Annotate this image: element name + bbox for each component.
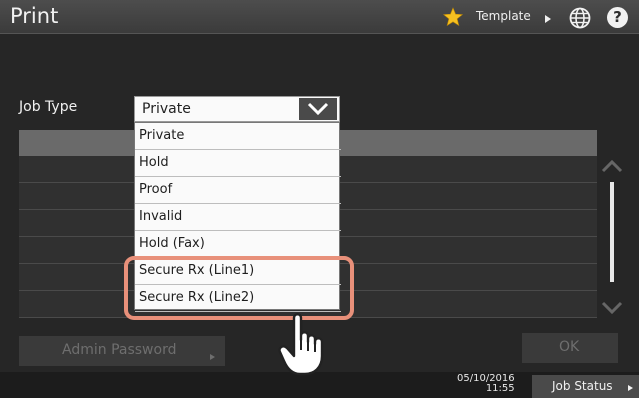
globe-icon[interactable] [569,7,591,29]
dropdown-item-hold-fax[interactable]: Hold (Fax) [135,231,341,258]
admin-password-label: Admin Password [62,342,177,358]
dropdown-item-proof[interactable]: Proof [135,177,341,204]
job-type-select[interactable]: Private [134,96,340,122]
dropdown-item-private[interactable]: Private [135,123,341,150]
job-type-label: Job Type [19,99,78,115]
arrow-right-icon [210,354,215,360]
scrollbar[interactable] [610,182,614,282]
arrow-right-icon [628,385,633,391]
template-arrow-icon [545,15,551,23]
admin-password-button[interactable]: Admin Password [19,336,225,366]
ok-label: OK [559,339,580,355]
dropdown-item-hold[interactable]: Hold [135,150,341,177]
hand-pointer-icon [278,313,324,376]
scroll-up-icon[interactable] [597,156,627,176]
scroll-down-icon[interactable] [597,298,627,318]
chevron-down-icon[interactable] [299,98,337,120]
help-icon[interactable]: ? [607,7,628,28]
highlight-callout [124,256,354,320]
ok-button[interactable]: OK [522,333,618,363]
job-type-selected-value: Private [142,101,191,117]
job-status-button[interactable]: Job Status [532,375,639,398]
dropdown-item-invalid[interactable]: Invalid [135,204,341,231]
job-status-label: Job Status [552,379,613,393]
date-time: 05/10/2016 11:55 [457,374,515,394]
title-bar: Print Template ? [0,0,639,34]
page-title: Print [10,4,59,28]
template-button[interactable]: Template [476,9,531,23]
star-icon[interactable] [443,7,463,27]
time-text: 11:55 [485,383,515,394]
